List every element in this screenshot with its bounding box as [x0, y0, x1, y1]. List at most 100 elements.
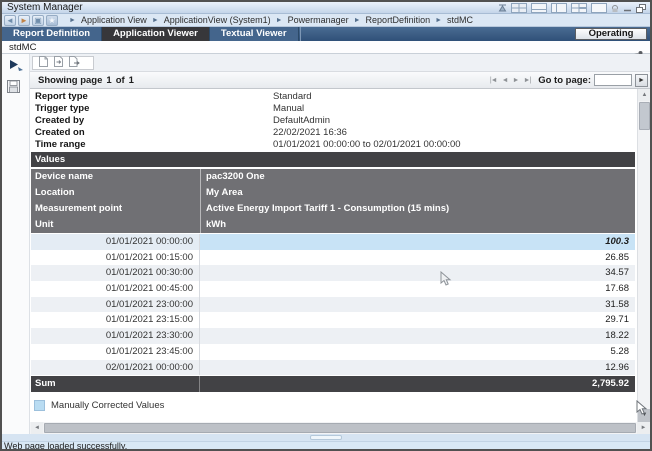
device-info-label: Measurement point	[31, 201, 200, 217]
goto-page-go-button[interactable]: ►	[635, 74, 648, 87]
value-cell: 18.22	[200, 328, 635, 344]
timestamp-cell: 01/01/2021 00:00:00	[31, 234, 200, 250]
page-icon[interactable]	[39, 54, 48, 72]
breadcrumb-label[interactable]: Powermanager	[288, 15, 349, 25]
tab[interactable]: Textual Viewer	[210, 27, 299, 41]
meta-label: Created by	[31, 115, 273, 127]
scroll-left-button[interactable]: ◄	[31, 422, 43, 434]
back-button[interactable]: ◄	[4, 15, 16, 26]
report-content: Report type Standard Trigger type Manual…	[30, 89, 637, 422]
table-row[interactable]: 01/01/2021 00:45:00 17.68	[31, 281, 635, 297]
tab-label: Application Viewer	[113, 28, 198, 39]
first-page-button[interactable]: |◄	[489, 77, 498, 84]
table-row[interactable]: 01/01/2021 23:00:00 31.58	[31, 297, 635, 313]
tab[interactable]: Report Definition	[2, 27, 102, 41]
chevron-right-icon: ►	[152, 17, 159, 24]
window-view-button[interactable]: ▣	[32, 15, 44, 26]
timestamp-cell: 02/01/2021 00:00:00	[31, 360, 200, 376]
scroll-up-button[interactable]: ▲	[638, 89, 651, 101]
save-button[interactable]	[7, 80, 20, 98]
layout-columns-icon[interactable]	[551, 3, 567, 13]
scroll-right-button[interactable]: ►	[637, 422, 650, 434]
breadcrumb-item[interactable]: ►Application View	[64, 15, 147, 25]
layout-split-icon[interactable]	[571, 3, 587, 13]
previous-page-button[interactable]: ◄	[501, 77, 509, 84]
chevron-right-icon: ►	[435, 17, 442, 24]
legend-label: Manually Corrected Values	[51, 400, 164, 411]
device-info-table: Device name pac3200 One Location My Area…	[31, 169, 635, 233]
device-info-value: pac3200 One	[200, 169, 635, 185]
meta-row: Created on 22/02/2021 16:36	[31, 127, 635, 139]
table-row[interactable]: 01/01/2021 23:45:00 5.28	[31, 344, 635, 360]
meta-value: 01/01/2021 00:00:00 to 02/01/2021 00:00:…	[273, 139, 461, 151]
meta-value: 22/02/2021 16:36	[273, 127, 347, 139]
export-tool-group	[32, 56, 94, 70]
sum-label: Sum	[31, 376, 200, 392]
device-info-row: Unit kWh	[31, 217, 635, 233]
table-row[interactable]: 01/01/2021 23:15:00 29.71	[31, 312, 635, 328]
breadcrumb-label[interactable]: ApplicationView (System1)	[164, 15, 271, 25]
meta-label: Created on	[31, 127, 273, 139]
layout-single-icon[interactable]	[591, 3, 607, 13]
table-row[interactable]: 01/01/2021 00:30:00 34.57	[31, 265, 635, 281]
tab[interactable]: Application Viewer	[102, 27, 210, 41]
splitter-grip[interactable]	[310, 435, 342, 440]
sum-value: 2,795.92	[200, 376, 635, 392]
breadcrumb-label[interactable]: stdMC	[447, 15, 473, 25]
favorites-star-button[interactable]: ★	[46, 15, 58, 26]
horizontal-scrollbar-thumb[interactable]	[44, 423, 636, 433]
sum-row: Sum 2,795.92	[31, 376, 635, 392]
device-info-value: Active Energy Import Tariff 1 - Consumpt…	[200, 201, 635, 217]
operating-button[interactable]: Operating	[575, 28, 647, 40]
collapse-icon[interactable]	[498, 4, 507, 12]
minimize-button[interactable]	[623, 4, 632, 12]
device-info-row: Location My Area	[31, 185, 635, 201]
device-info-label: Location	[31, 185, 200, 201]
flyout-expand-icon[interactable]	[8, 58, 24, 76]
forward-button[interactable]: ►	[18, 15, 30, 26]
vertical-scrollbar[interactable]: ▲ ▼	[637, 89, 650, 422]
goto-page-input[interactable]	[594, 74, 632, 86]
layout-grid-icon[interactable]	[511, 3, 527, 13]
corrected-values-swatch	[34, 400, 45, 411]
table-row[interactable]: 01/01/2021 00:00:00 100.3	[31, 234, 635, 250]
timestamp-cell: 01/01/2021 23:30:00	[31, 328, 200, 344]
tab-label: Report Definition	[13, 28, 90, 39]
showing-prefix: Showing page	[38, 75, 102, 86]
window-title: System Manager	[2, 2, 83, 14]
next-page-button[interactable]: ►	[512, 77, 520, 84]
system-manager-window: System Manager ◄ ► ▣ ★ ►Application View…	[0, 0, 652, 451]
breadcrumb-label[interactable]: ReportDefinition	[366, 15, 431, 25]
titlebar: System Manager	[2, 2, 650, 14]
page-export-icon[interactable]	[69, 54, 80, 72]
scroll-down-button[interactable]: ▼	[638, 409, 651, 422]
device-info-row: Measurement point Active Energy Import T…	[31, 201, 635, 217]
horizontal-scrollbar[interactable]: ◄ ►	[30, 422, 650, 434]
left-panel-strip	[2, 54, 30, 434]
timestamp-cell: 01/01/2021 23:45:00	[31, 344, 200, 360]
meta-label: Report type	[31, 91, 273, 103]
total-pages: 1	[129, 75, 134, 86]
table-row[interactable]: 01/01/2021 23:30:00 18.22	[31, 328, 635, 344]
breadcrumb-item[interactable]: ► ApplicationView (System1)	[147, 15, 271, 25]
current-page: 1	[106, 75, 111, 86]
page-forward-icon[interactable]	[54, 54, 63, 72]
table-row[interactable]: 02/01/2021 00:00:00 12.96	[31, 360, 635, 376]
layout-rows-icon[interactable]	[531, 3, 547, 13]
subtab-row: stdMC	[2, 41, 650, 54]
vertical-scrollbar-thumb[interactable]	[639, 102, 650, 130]
restore-button[interactable]	[636, 4, 646, 13]
last-page-button[interactable]: ►|	[522, 77, 531, 84]
splitter-bar[interactable]	[2, 434, 650, 441]
breadcrumb-item[interactable]: ► stdMC	[430, 15, 473, 25]
timestamp-cell: 01/01/2021 00:15:00	[31, 250, 200, 266]
breadcrumb-item[interactable]: ►ReportDefinition	[349, 15, 430, 25]
subtab-stdmc[interactable]: stdMC	[9, 42, 36, 53]
meta-row: Time range 01/01/2021 00:00:00 to 02/01/…	[31, 139, 635, 151]
status-bar: Web page loaded successfully.	[2, 441, 650, 449]
value-cell: 34.57	[200, 265, 635, 281]
breadcrumb-item[interactable]: ►Powermanager	[271, 15, 349, 25]
table-row[interactable]: 01/01/2021 00:15:00 26.85	[31, 250, 635, 266]
lock-icon[interactable]	[611, 4, 619, 13]
breadcrumb-label[interactable]: Application View	[81, 15, 147, 25]
